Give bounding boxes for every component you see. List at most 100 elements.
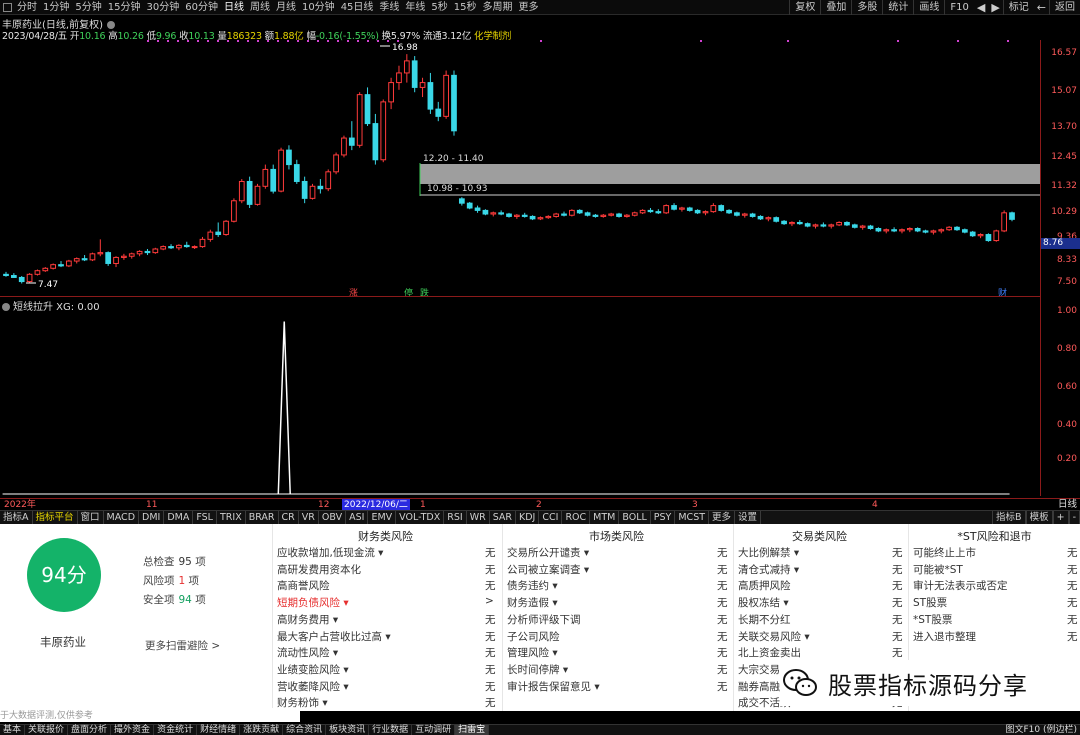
period-tab[interactable]: 季线	[376, 0, 402, 15]
back-arrow-icon[interactable]: ←	[1034, 0, 1049, 15]
indicator-chart[interactable]	[0, 296, 1040, 498]
status-tab[interactable]: 综合资讯	[283, 724, 327, 735]
template-tab[interactable]: 模板	[1025, 511, 1053, 524]
risk-item-label[interactable]: 子公司风险	[507, 629, 560, 644]
period-tab[interactable]: 日线	[221, 0, 247, 15]
f10-sidebar-link[interactable]: 图文F10 (例边栏)	[1005, 725, 1077, 735]
next-arrow-icon[interactable]: ▶	[988, 0, 1002, 15]
indicator-tab[interactable]: BRAR	[246, 511, 279, 524]
status-tab[interactable]: 关联报价	[25, 724, 69, 735]
risk-item-label[interactable]: 公司被立案调查 ▾	[507, 562, 589, 577]
risk-item-label[interactable]: *ST股票	[913, 612, 952, 627]
indicator-tab[interactable]: FSL	[193, 511, 217, 524]
indicator-tab[interactable]: ROC	[562, 511, 591, 524]
risk-item-label[interactable]: 大宗交易	[738, 662, 780, 677]
risk-item-label[interactable]: 营收萎降风险 ▾	[277, 679, 349, 694]
risk-item-label[interactable]: 融券高融	[738, 679, 780, 694]
period-tab[interactable]: 60分钟	[182, 0, 221, 15]
indicator-tab[interactable]: EMV	[368, 511, 397, 524]
indicator-tab[interactable]: SAR	[490, 511, 517, 524]
risk-item-label[interactable]: 分析师评级下调	[507, 612, 581, 627]
status-tab[interactable]: 撮外资金	[111, 724, 155, 735]
prev-arrow-icon[interactable]: ◀	[974, 0, 988, 15]
mark-button[interactable]: 标记	[1002, 0, 1034, 15]
risk-item-label[interactable]: 应收款增加,低现金流 ▾	[277, 545, 383, 560]
risk-item-label[interactable]: 交易所公开谴责 ▾	[507, 545, 589, 560]
indicator-tab[interactable]: PSY	[651, 511, 676, 524]
indicator-tab[interactable]: OBV	[319, 511, 347, 524]
period-tab[interactable]: 更多	[516, 0, 542, 15]
risk-item-label[interactable]: 高研发费用资本化	[277, 562, 361, 577]
indicator-tab[interactable]: DMA	[164, 511, 194, 524]
more-scan-link[interactable]: 更多扫雷避险 >	[145, 638, 220, 653]
period-tab[interactable]: 年线	[402, 0, 428, 15]
indicator-tab[interactable]: TRIX	[217, 511, 246, 524]
indicator-tab[interactable]: KDJ	[516, 511, 540, 524]
risk-item-label[interactable]: 关联交易风险 ▾	[738, 629, 810, 644]
risk-item-label[interactable]: 最大客户占营收比过高 ▾	[277, 629, 391, 644]
risk-item-label[interactable]: 审计无法表示或否定	[913, 578, 1008, 593]
draw-line-button[interactable]: 画线	[913, 0, 944, 15]
risk-item-label[interactable]: 北上资金卖出	[738, 645, 801, 660]
indicator-tab[interactable]: DMI	[139, 511, 165, 524]
back-button[interactable]: 返回	[1049, 0, 1080, 15]
status-tab[interactable]: 互动调研	[412, 724, 456, 735]
indicator-tab[interactable]: CCI	[539, 511, 563, 524]
indicator-b-tab[interactable]: 指标B	[992, 511, 1026, 524]
indicator-tab[interactable]: MACD	[104, 511, 140, 524]
risk-item-label[interactable]: 高财务费用 ▾	[277, 612, 338, 627]
indicator-tab[interactable]: 指标平台	[33, 511, 78, 524]
risk-item-label[interactable]: 短期负债风险 ▾	[277, 595, 349, 610]
period-tab[interactable]: 5分钟	[72, 0, 104, 15]
indicator-tab[interactable]: CR	[279, 511, 299, 524]
status-tab[interactable]: 行业数据	[369, 724, 413, 735]
risk-item-label[interactable]: 进入退市整理	[913, 629, 976, 644]
period-tab[interactable]: 月线	[273, 0, 299, 15]
risk-item-label[interactable]: 可能被*ST	[913, 562, 963, 577]
multi-stock-button[interactable]: 多股	[851, 0, 882, 15]
risk-item-label[interactable]: 业绩变脸风险 ▾	[277, 662, 349, 677]
risk-item-label[interactable]: 长时间停牌 ▾	[507, 662, 568, 677]
status-tab[interactable]: 涨跌贡献	[240, 724, 284, 735]
indicator-tab[interactable]: BOLL	[619, 511, 651, 524]
indicator-tab[interactable]: WR	[467, 511, 490, 524]
indicator-tab[interactable]: ASI	[346, 511, 369, 524]
risk-item-label[interactable]: 股权冻结 ▾	[738, 595, 789, 610]
indicator-tab[interactable]: 设置	[735, 511, 762, 524]
period-tab[interactable]: 分时	[14, 0, 40, 15]
indicator-tab[interactable]: MTM	[590, 511, 620, 524]
add-window-button[interactable]: +	[1052, 511, 1069, 524]
period-tab[interactable]: 30分钟	[143, 0, 182, 15]
overlay-button[interactable]: 叠加	[820, 0, 851, 15]
risk-item-label[interactable]: 高商誉风险	[277, 578, 330, 593]
f10-button[interactable]: F10	[944, 0, 973, 15]
period-tab[interactable]: 45日线	[338, 0, 377, 15]
status-tab[interactable]: 资金统计	[154, 724, 198, 735]
status-tab[interactable]: 基本	[0, 724, 26, 735]
period-tab[interactable]: 15分钟	[105, 0, 144, 15]
risk-item-label[interactable]: 财务造假 ▾	[507, 595, 558, 610]
indicator-tab[interactable]: 指标A	[0, 511, 33, 524]
remove-window-button[interactable]: -	[1068, 511, 1080, 524]
risk-item-label[interactable]: 审计报告保留意见 ▾	[507, 679, 600, 694]
layout-icon[interactable]	[3, 2, 12, 12]
indicator-tab[interactable]: VOL-TDX	[396, 511, 445, 524]
risk-item-label[interactable]: 大比例解禁 ▾	[738, 545, 799, 560]
period-tab[interactable]: 多周期	[480, 0, 516, 15]
period-tab[interactable]: 1分钟	[40, 0, 72, 15]
restore-rights-button[interactable]: 复权	[789, 0, 820, 15]
candlestick-chart[interactable]: 12.20 - 11.40 10.98 - 10.93 16.98 7.47	[0, 40, 1040, 296]
risk-item-label[interactable]: 高质押风险	[738, 578, 791, 593]
status-tab[interactable]: 扫雷宝	[455, 724, 490, 735]
indicator-settings-icon[interactable]	[2, 303, 10, 311]
risk-item-label[interactable]: 流动性风险 ▾	[277, 645, 338, 660]
indicator-tab[interactable]: 窗口	[78, 511, 104, 524]
indicator-tab[interactable]: MCST	[675, 511, 710, 524]
risk-item-label[interactable]: 长期不分红	[738, 612, 791, 627]
risk-item-label[interactable]: 可能终止上市	[913, 545, 976, 560]
period-tab[interactable]: 5秒	[428, 0, 450, 15]
risk-item-label[interactable]: 清仓式减持 ▾	[738, 562, 799, 577]
period-tab[interactable]: 15秒	[451, 0, 480, 15]
status-tab[interactable]: 板块资讯	[326, 724, 370, 735]
indicator-tab[interactable]: VR	[299, 511, 319, 524]
